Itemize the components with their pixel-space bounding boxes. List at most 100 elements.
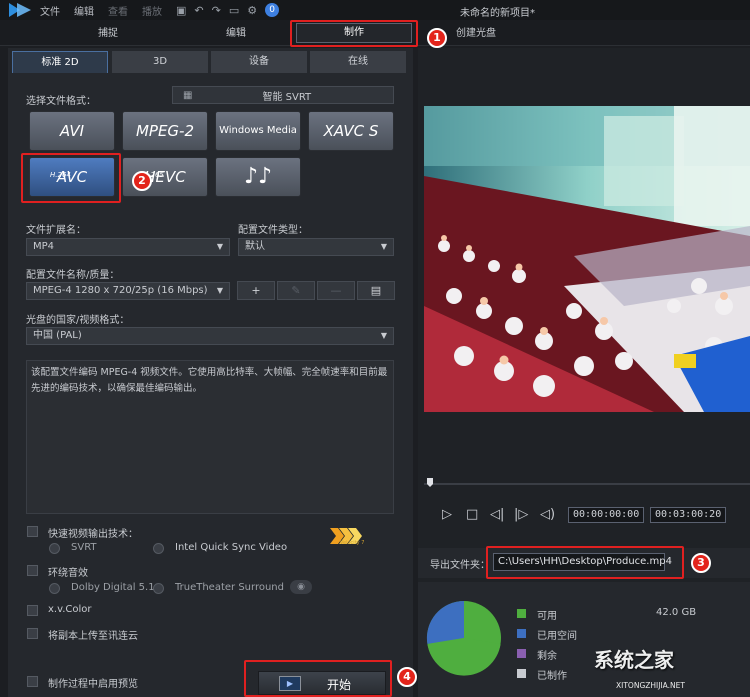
watermark-url: XITONGZHIJIA.NET bbox=[616, 681, 685, 690]
format-wmv-button[interactable]: Windows Media bbox=[215, 111, 301, 151]
legend-available-swatch bbox=[517, 609, 526, 618]
fast-render-label: 快速视频输出技术： bbox=[48, 529, 138, 540]
xvcolor-checkbox[interactable] bbox=[27, 605, 38, 616]
subtab-3d[interactable]: 3D bbox=[112, 51, 208, 73]
legend-produced-swatch bbox=[517, 669, 526, 678]
redo-icon[interactable]: ↷ bbox=[212, 4, 221, 17]
truetheater-radio[interactable] bbox=[153, 583, 164, 594]
project-title: 未命名的新项目* bbox=[460, 8, 535, 19]
menu-play[interactable]: 播放 bbox=[142, 3, 162, 18]
format-label: 选择文件格式： bbox=[26, 96, 96, 107]
timeline-scrubber[interactable] bbox=[424, 476, 750, 488]
disk-usage-pie bbox=[426, 600, 502, 679]
chevron-down-icon: ▼ bbox=[216, 242, 223, 251]
svrt-icon: ▦ bbox=[183, 89, 193, 101]
surround-checkbox[interactable] bbox=[27, 565, 38, 576]
profile-quality-value: MPEG-4 1280 x 720/25p (16 Mbps) bbox=[33, 285, 208, 296]
xvcolor-label: x.v.Color bbox=[48, 604, 92, 615]
file-extension-label: 文件扩展名： bbox=[26, 225, 86, 236]
profile-type-dropdown[interactable]: 默认 ▼ bbox=[238, 238, 394, 256]
step-marker-3: 3 bbox=[691, 553, 711, 573]
video-preview bbox=[424, 106, 750, 412]
legend-produced-label: 已制作 bbox=[537, 671, 567, 682]
format-avi-button[interactable]: AVI bbox=[29, 111, 115, 151]
upload-cloud-label: 将副本上传至讯连云 bbox=[48, 631, 138, 642]
legend-used-swatch bbox=[517, 629, 526, 638]
velocity-logo: Velocity 7 bbox=[330, 526, 364, 551]
smart-svrt-button[interactable]: ▦ 智能 SVRT bbox=[172, 86, 394, 104]
chevron-down-icon: ▼ bbox=[380, 331, 387, 340]
remove-profile-button[interactable]: — bbox=[317, 281, 355, 300]
tab-create-disc[interactable]: 创建光盘 bbox=[456, 24, 496, 39]
menu-file[interactable]: 文件 bbox=[40, 3, 60, 18]
preview-while-producing-checkbox[interactable] bbox=[27, 676, 38, 687]
export-folder-label: 导出文件夹： bbox=[430, 560, 490, 571]
step-marker-1: 1 bbox=[427, 28, 447, 48]
format-mpeg2-button[interactable]: MPEG-2 bbox=[122, 111, 208, 151]
svrt-label: 智能 SVRT bbox=[262, 91, 312, 103]
highlight-box-1 bbox=[290, 20, 418, 47]
format-xavcs-button[interactable]: XAVC S bbox=[308, 111, 394, 151]
chevron-down-icon: ▼ bbox=[216, 286, 223, 295]
profile-name-label: 配置文件名称/质量： bbox=[26, 270, 120, 281]
truetheater-label: TrueTheater Surround bbox=[175, 582, 284, 593]
legend-available-label: 可用 bbox=[537, 611, 557, 622]
undo-icon[interactable]: ↶ bbox=[194, 4, 203, 17]
layout-icon[interactable]: ▭ bbox=[229, 4, 239, 17]
add-profile-button[interactable]: + bbox=[237, 281, 275, 300]
upload-cloud-checkbox[interactable] bbox=[27, 628, 38, 639]
volume-icon[interactable]: ◁) bbox=[540, 507, 555, 522]
play-icon[interactable]: ▷ bbox=[442, 507, 452, 522]
menu-edit[interactable]: 编辑 bbox=[74, 3, 94, 18]
step-marker-4: 4 bbox=[397, 667, 417, 687]
highlight-box-4 bbox=[244, 660, 392, 697]
legend-remaining-swatch bbox=[517, 649, 526, 658]
svrt-radio[interactable] bbox=[49, 543, 60, 554]
velocity-label: Velocity 7 bbox=[340, 540, 365, 546]
legend-used-label: 已用空间 bbox=[537, 631, 577, 642]
timecode-current: 00:00:00:00 bbox=[568, 507, 645, 523]
stop-icon[interactable]: □ bbox=[466, 507, 478, 522]
transport-controls: ▷ □ ◁| |▷ ◁) 00:00:00:00 00:03:00:20 bbox=[424, 496, 750, 534]
profile-quality-dropdown[interactable]: MPEG-4 1280 x 720/25p (16 Mbps) ▼ bbox=[26, 282, 230, 300]
chevron-down-icon: ▼ bbox=[380, 242, 387, 251]
app-logo bbox=[0, 0, 40, 20]
tab-capture[interactable]: 捕捉 bbox=[98, 24, 118, 39]
highlight-box-2 bbox=[21, 153, 121, 203]
watermark-logo: 系统之家 bbox=[594, 648, 674, 672]
file-extension-dropdown[interactable]: MP4 ▼ bbox=[26, 238, 230, 256]
save-icon[interactable]: ▣ bbox=[176, 4, 186, 17]
fast-render-checkbox[interactable] bbox=[27, 526, 38, 537]
menu-view[interactable]: 查看 bbox=[108, 3, 128, 18]
gear-icon[interactable]: ⚙ bbox=[247, 4, 257, 17]
edit-profile-button[interactable]: ✎ bbox=[277, 281, 315, 300]
step-marker-2: 2 bbox=[132, 171, 152, 191]
svrt-radio-label: SVRT bbox=[71, 542, 97, 553]
profile-list-button[interactable]: ▤ bbox=[357, 281, 395, 300]
timecode-total: 00:03:00:20 bbox=[650, 507, 727, 523]
profile-type-value: 默认 bbox=[245, 241, 265, 252]
legend-remaining-label: 剩余 bbox=[537, 651, 557, 662]
profile-type-label: 配置文件类型： bbox=[238, 225, 308, 236]
format-audio-button[interactable]: ♪♪ bbox=[215, 157, 301, 197]
highlight-box-3 bbox=[486, 546, 684, 579]
profile-description: 该配置文件编码 MPEG-4 视频文件。它使用高比特率、大帧幅、完全帧速率和目前… bbox=[26, 360, 394, 514]
truetheater-settings-icon[interactable]: ◉ bbox=[290, 580, 312, 594]
dolby-radio[interactable] bbox=[49, 583, 60, 594]
region-label: 光盘的国家/视频格式： bbox=[26, 315, 130, 326]
region-dropdown[interactable]: 中国 (PAL) ▼ bbox=[26, 327, 394, 345]
file-extension-value: MP4 bbox=[33, 241, 55, 252]
dolby-label: Dolby Digital 5.1 bbox=[71, 582, 155, 593]
region-value: 中国 (PAL) bbox=[33, 330, 82, 341]
subtab-online[interactable]: 在线 bbox=[310, 51, 406, 73]
previous-frame-icon[interactable]: ◁| bbox=[490, 507, 504, 522]
subtab-standard-2d[interactable]: 标准 2D bbox=[12, 51, 108, 73]
preview-while-producing-label: 制作过程中启用预览 bbox=[48, 679, 138, 690]
intel-qsv-radio[interactable] bbox=[153, 543, 164, 554]
tab-edit[interactable]: 编辑 bbox=[226, 24, 246, 39]
intel-qsv-label: Intel Quick Sync Video bbox=[175, 542, 288, 553]
subtab-device[interactable]: 设备 bbox=[211, 51, 307, 73]
next-frame-icon[interactable]: |▷ bbox=[514, 507, 528, 522]
notification-badge[interactable]: 0 bbox=[265, 3, 280, 17]
legend-available-value: 42.0 GB bbox=[656, 607, 697, 618]
